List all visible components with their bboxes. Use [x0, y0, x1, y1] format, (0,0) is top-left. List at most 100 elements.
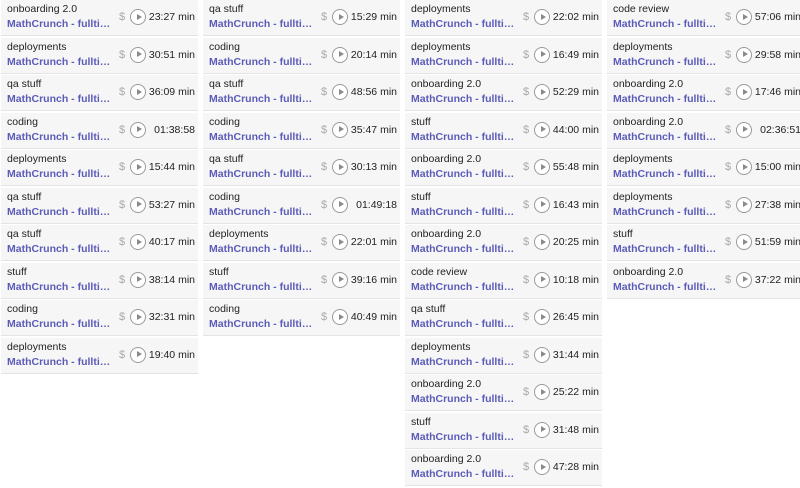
play-icon[interactable]: [332, 121, 348, 138]
dollar-icon[interactable]: $: [725, 11, 731, 23]
dollar-icon[interactable]: $: [119, 311, 125, 323]
entry-description[interactable]: deployments: [613, 153, 673, 165]
time-entry[interactable]: deployments MathCrunch - fulltime... $ 1…: [607, 150, 800, 186]
time-entry[interactable]: deployments MathCrunch - fulltime... $ 1…: [405, 37, 602, 74]
entry-project-link[interactable]: MathCrunch - fulltime...: [7, 281, 111, 293]
entry-description[interactable]: qa stuff: [7, 228, 41, 240]
play-icon[interactable]: [534, 459, 550, 475]
dollar-icon[interactable]: $: [523, 349, 529, 361]
time-entry[interactable]: deployments MathCrunch - fulltime... $ 1…: [1, 150, 198, 186]
play-icon[interactable]: [130, 196, 146, 213]
entry-description[interactable]: coding: [7, 116, 38, 128]
time-entry[interactable]: onboarding 2.0 MathCrunch - fulltime... …: [405, 225, 602, 261]
dollar-icon[interactable]: $: [119, 274, 125, 286]
entry-description[interactable]: deployments: [411, 3, 471, 15]
play-icon[interactable]: [534, 384, 550, 400]
play-icon[interactable]: [332, 46, 348, 63]
entry-project-link[interactable]: MathCrunch - fulltime...: [613, 131, 717, 143]
entry-project-link[interactable]: MathCrunch - fulltime...: [411, 468, 515, 480]
entry-project-link[interactable]: MathCrunch - fulltime...: [613, 18, 717, 30]
dollar-icon[interactable]: $: [523, 199, 529, 211]
entry-project-link[interactable]: MathCrunch - fulltime...: [7, 168, 111, 180]
play-icon[interactable]: [130, 159, 146, 175]
entry-description[interactable]: onboarding 2.0: [411, 453, 481, 465]
time-entry[interactable]: stuff MathCrunch - fulltime... $ 16:43 m…: [405, 187, 602, 224]
entry-description[interactable]: deployments: [7, 41, 67, 53]
entry-project-link[interactable]: MathCrunch - fulltime...: [7, 318, 111, 330]
dollar-icon[interactable]: $: [523, 161, 529, 173]
time-entry[interactable]: qa stuff MathCrunch - fulltime... $ 48:5…: [203, 75, 400, 111]
time-entry[interactable]: deployments MathCrunch - fulltime... $ 2…: [607, 37, 800, 74]
entry-project-link[interactable]: MathCrunch - fulltime...: [613, 168, 717, 180]
entry-description[interactable]: onboarding 2.0: [411, 228, 481, 240]
play-icon[interactable]: [534, 196, 550, 213]
time-entry[interactable]: onboarding 2.0 MathCrunch - fulltime... …: [607, 75, 800, 111]
entry-description[interactable]: qa stuff: [7, 191, 41, 203]
dollar-icon[interactable]: $: [119, 199, 125, 211]
time-entry[interactable]: deployments MathCrunch - fulltime... $ 2…: [405, 0, 602, 36]
entry-project-link[interactable]: MathCrunch - fulltime...: [7, 93, 111, 105]
entry-project-link[interactable]: MathCrunch - fulltime...: [411, 56, 515, 68]
time-entry[interactable]: qa stuff MathCrunch - fulltime... $ 36:0…: [1, 75, 198, 111]
dollar-icon[interactable]: $: [119, 349, 125, 361]
play-icon[interactable]: [736, 121, 752, 138]
entry-project-link[interactable]: MathCrunch - fulltime...: [7, 131, 111, 143]
play-icon[interactable]: [130, 121, 146, 138]
entry-project-link[interactable]: MathCrunch - fulltime...: [613, 93, 717, 105]
entry-project-link[interactable]: MathCrunch - fulltime...: [411, 18, 515, 30]
entry-description[interactable]: onboarding 2.0: [613, 266, 683, 278]
play-icon[interactable]: [130, 9, 146, 25]
entry-project-link[interactable]: MathCrunch - fulltime...: [411, 318, 515, 330]
entry-description[interactable]: qa stuff: [7, 78, 41, 90]
entry-project-link[interactable]: MathCrunch - fulltime...: [209, 18, 313, 30]
entry-project-link[interactable]: MathCrunch - fulltime...: [411, 131, 515, 143]
dollar-icon[interactable]: $: [321, 49, 327, 61]
entry-description[interactable]: onboarding 2.0: [411, 378, 481, 390]
dollar-icon[interactable]: $: [321, 161, 327, 173]
play-icon[interactable]: [332, 196, 348, 213]
dollar-icon[interactable]: $: [523, 311, 529, 323]
dollar-icon[interactable]: $: [119, 161, 125, 173]
play-icon[interactable]: [130, 271, 146, 288]
entry-description[interactable]: stuff: [613, 228, 633, 240]
play-icon[interactable]: [534, 271, 550, 288]
dollar-icon[interactable]: $: [725, 161, 731, 173]
play-icon[interactable]: [736, 234, 752, 250]
entry-description[interactable]: code review: [613, 3, 669, 15]
time-entry[interactable]: onboarding 2.0 MathCrunch - fulltime... …: [405, 75, 602, 111]
time-entry[interactable]: code review MathCrunch - fulltime... $ 5…: [607, 0, 800, 36]
play-icon[interactable]: [534, 346, 550, 363]
dollar-icon[interactable]: $: [523, 49, 529, 61]
play-icon[interactable]: [130, 346, 146, 363]
play-icon[interactable]: [332, 234, 348, 250]
time-entry[interactable]: onboarding 2.0 MathCrunch - fulltime... …: [405, 450, 602, 486]
time-entry[interactable]: coding MathCrunch - fulltime... $ 35:47 …: [203, 112, 400, 149]
time-entry[interactable]: stuff MathCrunch - fulltime... $ 38:14 m…: [1, 262, 198, 299]
entry-project-link[interactable]: MathCrunch - fulltime...: [7, 18, 111, 30]
time-entry[interactable]: onboarding 2.0 MathCrunch - fulltime... …: [405, 150, 602, 186]
play-icon[interactable]: [534, 46, 550, 63]
entry-project-link[interactable]: MathCrunch - fulltime...: [411, 168, 515, 180]
time-entry[interactable]: qa stuff MathCrunch - fulltime... $ 26:4…: [405, 300, 602, 336]
entry-description[interactable]: deployments: [411, 41, 471, 53]
dollar-icon[interactable]: $: [321, 274, 327, 286]
entry-description[interactable]: onboarding 2.0: [7, 3, 77, 15]
time-entry[interactable]: coding MathCrunch - fulltime... $ 32:31 …: [1, 300, 198, 336]
time-entry[interactable]: coding MathCrunch - fulltime... $ 20:14 …: [203, 37, 400, 74]
entry-project-link[interactable]: MathCrunch - fulltime...: [209, 243, 313, 255]
time-entry[interactable]: onboarding 2.0 MathCrunch - fulltime... …: [607, 262, 800, 299]
play-icon[interactable]: [534, 421, 550, 438]
time-entry[interactable]: qa stuff MathCrunch - fulltime... $ 15:2…: [203, 0, 400, 36]
entry-description[interactable]: qa stuff: [411, 303, 445, 315]
entry-description[interactable]: deployments: [411, 341, 471, 353]
dollar-icon[interactable]: $: [119, 86, 125, 98]
dollar-icon[interactable]: $: [725, 274, 731, 286]
time-entry[interactable]: coding MathCrunch - fulltime... $ 40:49 …: [203, 300, 400, 336]
entry-description[interactable]: onboarding 2.0: [613, 78, 683, 90]
dollar-icon[interactable]: $: [321, 86, 327, 98]
entry-description[interactable]: stuff: [209, 266, 229, 278]
dollar-icon[interactable]: $: [725, 86, 731, 98]
time-entry[interactable]: deployments MathCrunch - fulltime... $ 3…: [1, 37, 198, 74]
entry-description[interactable]: stuff: [7, 266, 27, 278]
entry-description[interactable]: deployments: [7, 341, 67, 353]
